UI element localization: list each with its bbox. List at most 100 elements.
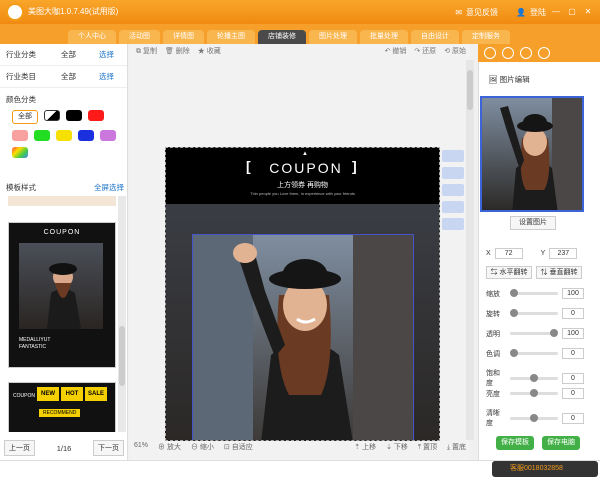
save-template-button[interactable]: 保存模板 xyxy=(496,436,534,450)
login-link[interactable]: 登陆 xyxy=(530,7,546,18)
tab-custom-service[interactable]: 定制服务 xyxy=(462,30,510,44)
brightness-input[interactable]: 0 xyxy=(562,388,584,399)
color-swatch-black[interactable] xyxy=(66,110,82,121)
feedback-link[interactable]: 意见反馈 xyxy=(466,7,498,18)
side-tab-3[interactable] xyxy=(442,184,464,196)
original-button[interactable]: ⟲ 原始 xyxy=(444,46,466,60)
layer-icon[interactable] xyxy=(538,47,550,59)
text-icon[interactable] xyxy=(502,47,514,59)
tab-carousel[interactable]: 轮播主图 xyxy=(207,30,255,44)
color-swatch-bw[interactable] xyxy=(44,110,60,121)
canvas-scrollbar-thumb[interactable] xyxy=(467,70,473,110)
send-bottom-button[interactable]: ⤓ 置底 xyxy=(447,442,466,456)
fullscreen-select-link[interactable]: 全屏选择 xyxy=(94,182,124,193)
color-swatch-multicolor[interactable] xyxy=(12,147,28,158)
woman-photo[interactable] xyxy=(192,234,414,440)
window-title: 美图大咖1.0.7.49(试用版) xyxy=(28,7,119,16)
industry-sub-select[interactable]: 选择 xyxy=(99,71,114,82)
saturation-slider[interactable] xyxy=(510,373,558,382)
coupon-subtitle[interactable]: 上方领券 再购物 xyxy=(166,180,439,190)
rotate-slider-knob[interactable] xyxy=(510,309,518,317)
design-artboard[interactable]: ▲ [ COUPON ] 上方领券 再购物 Thin people you Lo… xyxy=(165,147,440,441)
rotate-slider[interactable] xyxy=(510,309,558,317)
color-all-button[interactable]: 全部 xyxy=(12,110,38,124)
template-thumb-sale[interactable]: COUPON NEW HOT SALE RECOMMEND xyxy=(8,382,116,432)
redo-button[interactable]: ↷ 还原 xyxy=(414,46,436,60)
contrast-input[interactable]: 0 xyxy=(562,412,584,424)
hue-slider-knob[interactable] xyxy=(510,349,518,357)
brightness-slider[interactable] xyxy=(510,389,558,397)
color-swatch-pink[interactable] xyxy=(12,130,28,141)
minimize-icon[interactable]: — xyxy=(550,6,562,18)
delete-button[interactable]: 🗑 删除 xyxy=(165,46,190,60)
feedback-icon[interactable]: ✉ xyxy=(455,8,462,17)
canvas-bottom-bar: 61% ⊕ 放大 ⊖ 缩小 ⊡ 自适应 ⇡ 上移 ⇣ 下移 ⤒ 置顶 ⤓ 置底 xyxy=(130,442,470,456)
rotate-input[interactable]: 0 xyxy=(562,308,584,319)
tab-batch[interactable]: 批量处理 xyxy=(360,30,408,44)
saturation-input[interactable]: 0 xyxy=(562,372,584,384)
color-swatch-purple[interactable] xyxy=(100,130,116,141)
hflip-button[interactable]: ⇆ 水平翻转 xyxy=(486,266,532,279)
contrast-slider[interactable] xyxy=(510,413,558,422)
maximize-icon[interactable]: ▢ xyxy=(566,6,578,18)
color-swatch-yellow[interactable] xyxy=(56,130,72,141)
side-tab-4[interactable] xyxy=(442,201,464,213)
tab-personal-center[interactable]: 个人中心 xyxy=(68,30,116,44)
bring-top-label: 置顶 xyxy=(422,444,437,451)
color-swatch-green[interactable] xyxy=(34,130,50,141)
template-scrollbar[interactable] xyxy=(118,196,126,432)
bring-top-button[interactable]: ⤒ 置顶 xyxy=(418,442,437,456)
saturation-slider-knob[interactable] xyxy=(530,373,538,382)
tab-activity[interactable]: 活动图 xyxy=(119,30,160,44)
template-scrollbar-thumb[interactable] xyxy=(119,326,125,386)
thumb2-new: NEW xyxy=(37,387,59,401)
copy-button[interactable]: ⧉ 复制 xyxy=(136,46,157,60)
vflip-button[interactable]: ⇅ 垂直翻转 xyxy=(536,266,582,279)
favorite-button[interactable]: ★ 收藏 xyxy=(198,46,221,60)
zoom-out-button[interactable]: ⊖ 缩小 xyxy=(191,442,214,456)
canvas-scrollbar[interactable] xyxy=(466,60,474,440)
opacity-slider[interactable] xyxy=(510,329,558,337)
image-preview[interactable] xyxy=(480,96,584,212)
brightness-slider-knob[interactable] xyxy=(530,389,538,397)
move-down-button[interactable]: ⇣ 下移 xyxy=(386,442,408,456)
side-tab-2[interactable] xyxy=(442,167,464,179)
color-swatch-red[interactable] xyxy=(88,110,104,121)
hue-slider[interactable] xyxy=(510,349,558,357)
set-image-button[interactable]: 设置图片 xyxy=(510,216,556,230)
color-swatch-blue[interactable] xyxy=(78,130,94,141)
side-tab-5[interactable] xyxy=(442,218,464,230)
hue-input[interactable]: 0 xyxy=(562,348,584,359)
tab-image-processing[interactable]: 图片处理 xyxy=(309,30,357,44)
settings-icon[interactable] xyxy=(484,47,496,59)
undo-button[interactable]: ↶ 撤销 xyxy=(385,46,407,60)
shape-icon[interactable] xyxy=(520,47,532,59)
scale-input[interactable]: 100 xyxy=(562,288,584,299)
template-thumb-coupon[interactable]: COUPON MEDALLIYUT FANTASTIC xyxy=(8,222,116,368)
service-hotline[interactable]: 客服0018032858 xyxy=(492,461,598,477)
tab-detail[interactable]: 详情图 xyxy=(163,30,204,44)
tab-free-design[interactable]: 自由设计 xyxy=(411,30,459,44)
y-input[interactable]: 237 xyxy=(549,248,578,259)
close-icon[interactable]: ✕ xyxy=(582,6,594,18)
industry-category-select[interactable]: 选择 xyxy=(99,49,114,60)
opacity-input[interactable]: 100 xyxy=(562,328,584,339)
coupon-header[interactable]: ▲ [ COUPON ] 上方领券 再购物 Thin people you Lo… xyxy=(166,148,439,204)
move-up-button[interactable]: ⇡ 上移 xyxy=(354,442,376,456)
side-tab-1[interactable] xyxy=(442,150,464,162)
save-pc-button[interactable]: 保存电脑 xyxy=(542,436,580,450)
tab-shop-decoration[interactable]: 店铺装修 xyxy=(258,30,306,44)
template-thumb-partial[interactable] xyxy=(8,196,116,206)
scale-slider[interactable] xyxy=(510,289,558,297)
next-page-button[interactable]: 下一页 xyxy=(92,440,124,456)
coupon-title[interactable]: COUPON xyxy=(266,160,346,176)
fit-button[interactable]: ⊡ 自适应 xyxy=(224,442,253,456)
scale-slider-knob[interactable] xyxy=(510,289,518,297)
zoom-in-button[interactable]: ⊕ 放大 xyxy=(158,442,181,456)
x-input[interactable]: 72 xyxy=(494,248,523,259)
opacity-slider-knob[interactable] xyxy=(550,329,558,337)
prev-page-button[interactable]: 上一页 xyxy=(4,440,35,456)
user-icon[interactable]: 👤 xyxy=(516,8,526,17)
contrast-slider-knob[interactable] xyxy=(530,413,538,422)
coupon-tagline[interactable]: Thin people you Love them, In experience… xyxy=(166,191,439,196)
